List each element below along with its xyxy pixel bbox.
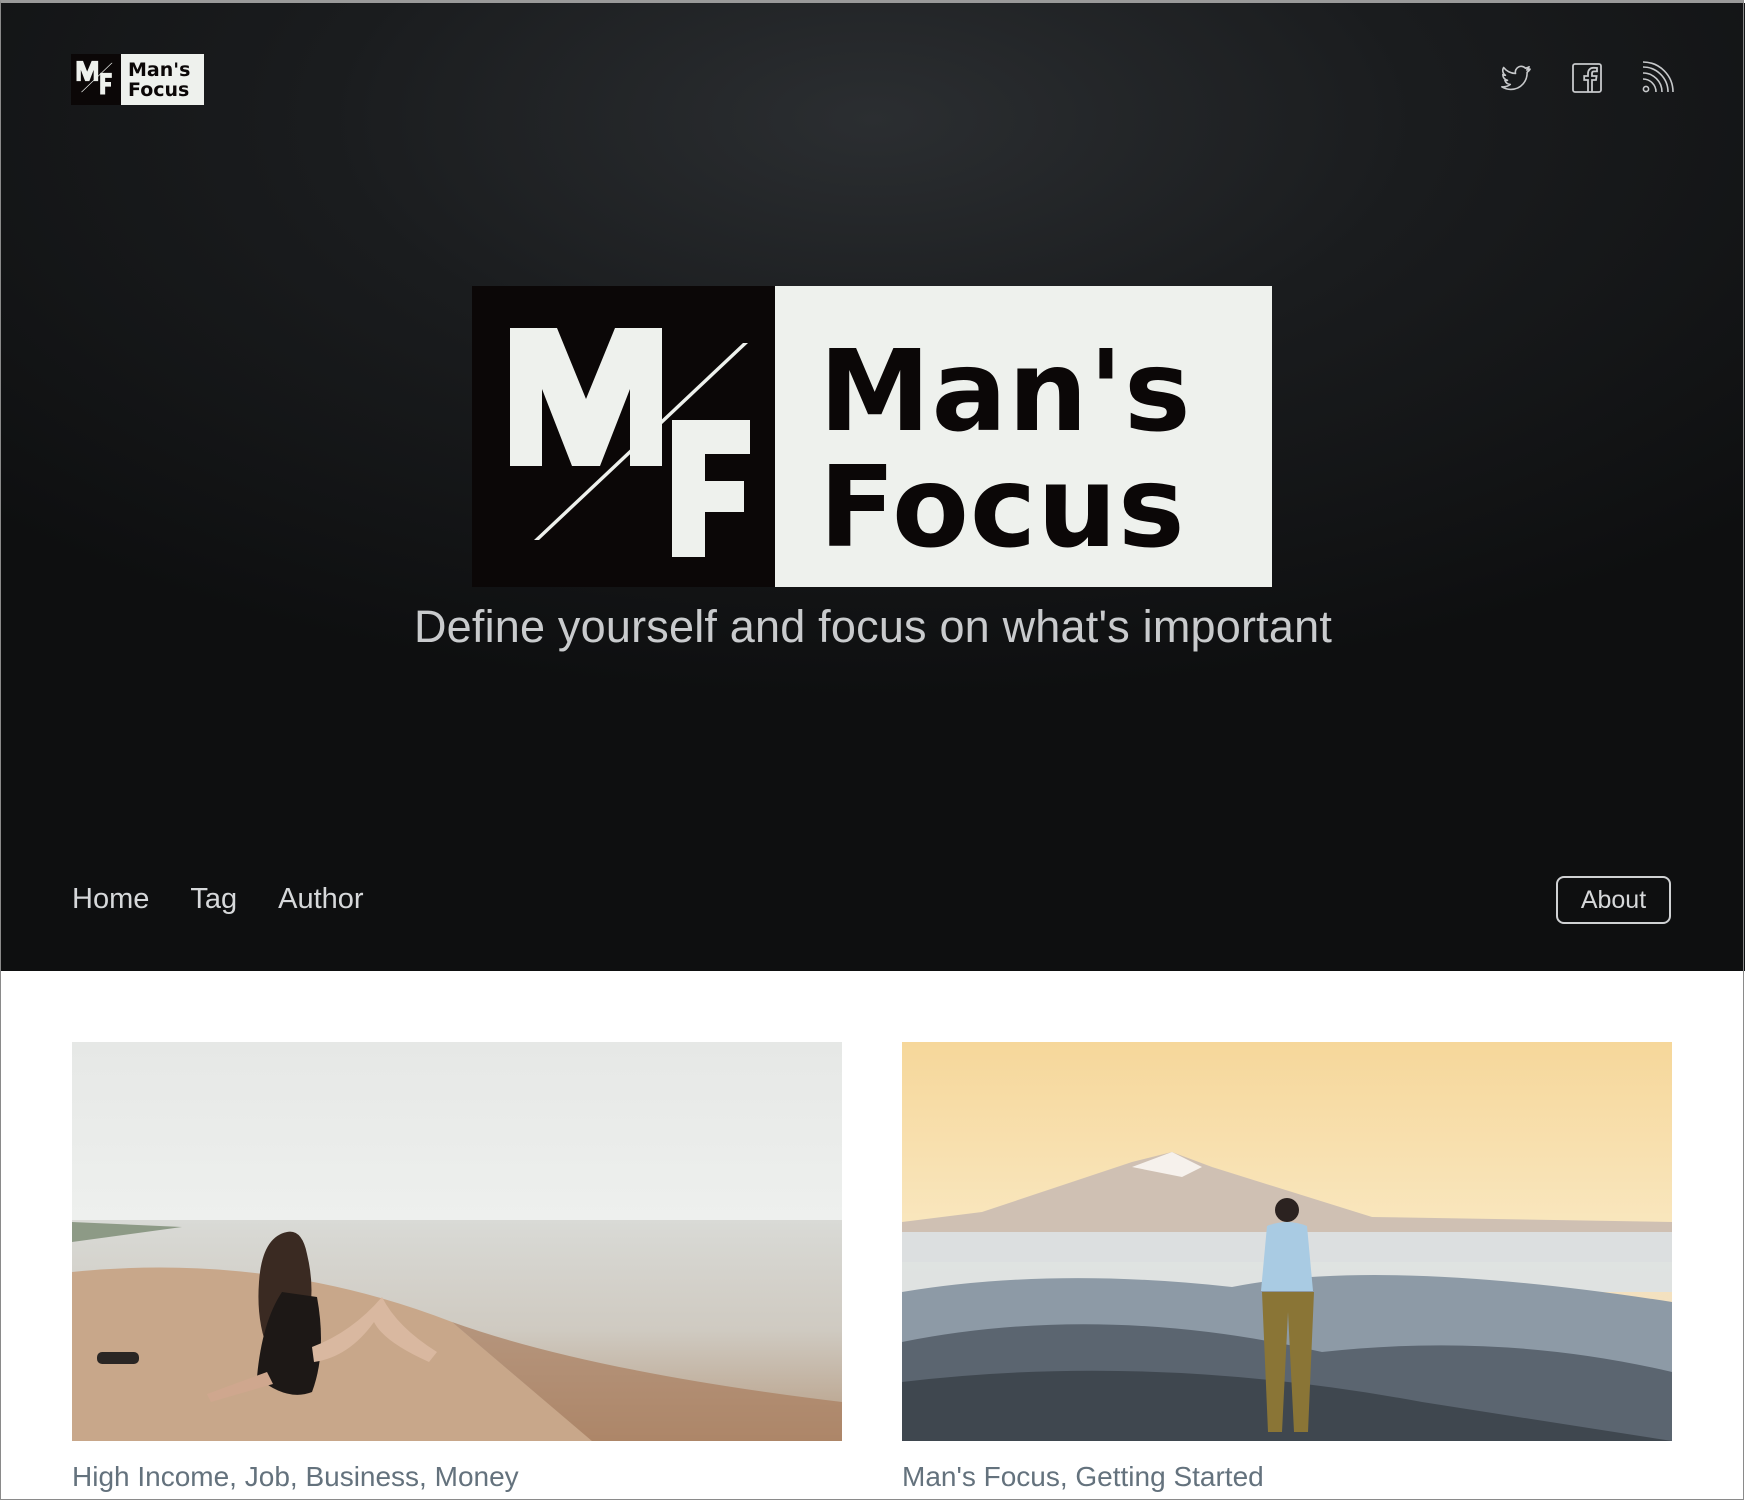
hero-logo: Man's Focus [472,286,1272,587]
site-header: Man's Focus Man's Focus Define yourself … [1,3,1745,971]
nav-item-tag[interactable]: Tag [190,883,237,916]
post-image-mountains[interactable] [902,1042,1672,1441]
rss-icon[interactable] [1640,61,1674,95]
site-tagline: Define yourself and focus on what's impo… [413,601,1333,652]
logo-word-line1: Man's [128,59,191,81]
mf-logo-mark [71,54,121,105]
post-tags[interactable]: High Income, Job, Business, Money [72,1461,842,1493]
nav-item-home[interactable]: Home [72,883,149,916]
facebook-icon[interactable] [1570,61,1604,95]
twitter-icon[interactable] [1500,61,1534,95]
nav-item-author[interactable]: Author [278,883,363,916]
logo-word-line2: Focus [128,79,190,101]
mf-logo-mark-large [472,286,775,587]
post-card[interactable]: High Income, Job, Business, Money [72,1042,842,1493]
hero-logo-wordmark: Man's Focus [775,286,1272,587]
post-tags[interactable]: Man's Focus, Getting Started [902,1461,1672,1493]
hero-logo-line1: Man's [819,327,1192,457]
post-card[interactable]: Man's Focus, Getting Started [902,1042,1672,1493]
main-nav: Home Tag Author [72,883,405,916]
hero-logo-line2: Focus [819,443,1186,573]
post-image-beach[interactable] [72,1042,842,1441]
site-logo-small[interactable]: Man's Focus [71,54,204,105]
site-logo-wordmark: Man's Focus [121,54,204,105]
about-button[interactable]: About [1556,876,1671,924]
